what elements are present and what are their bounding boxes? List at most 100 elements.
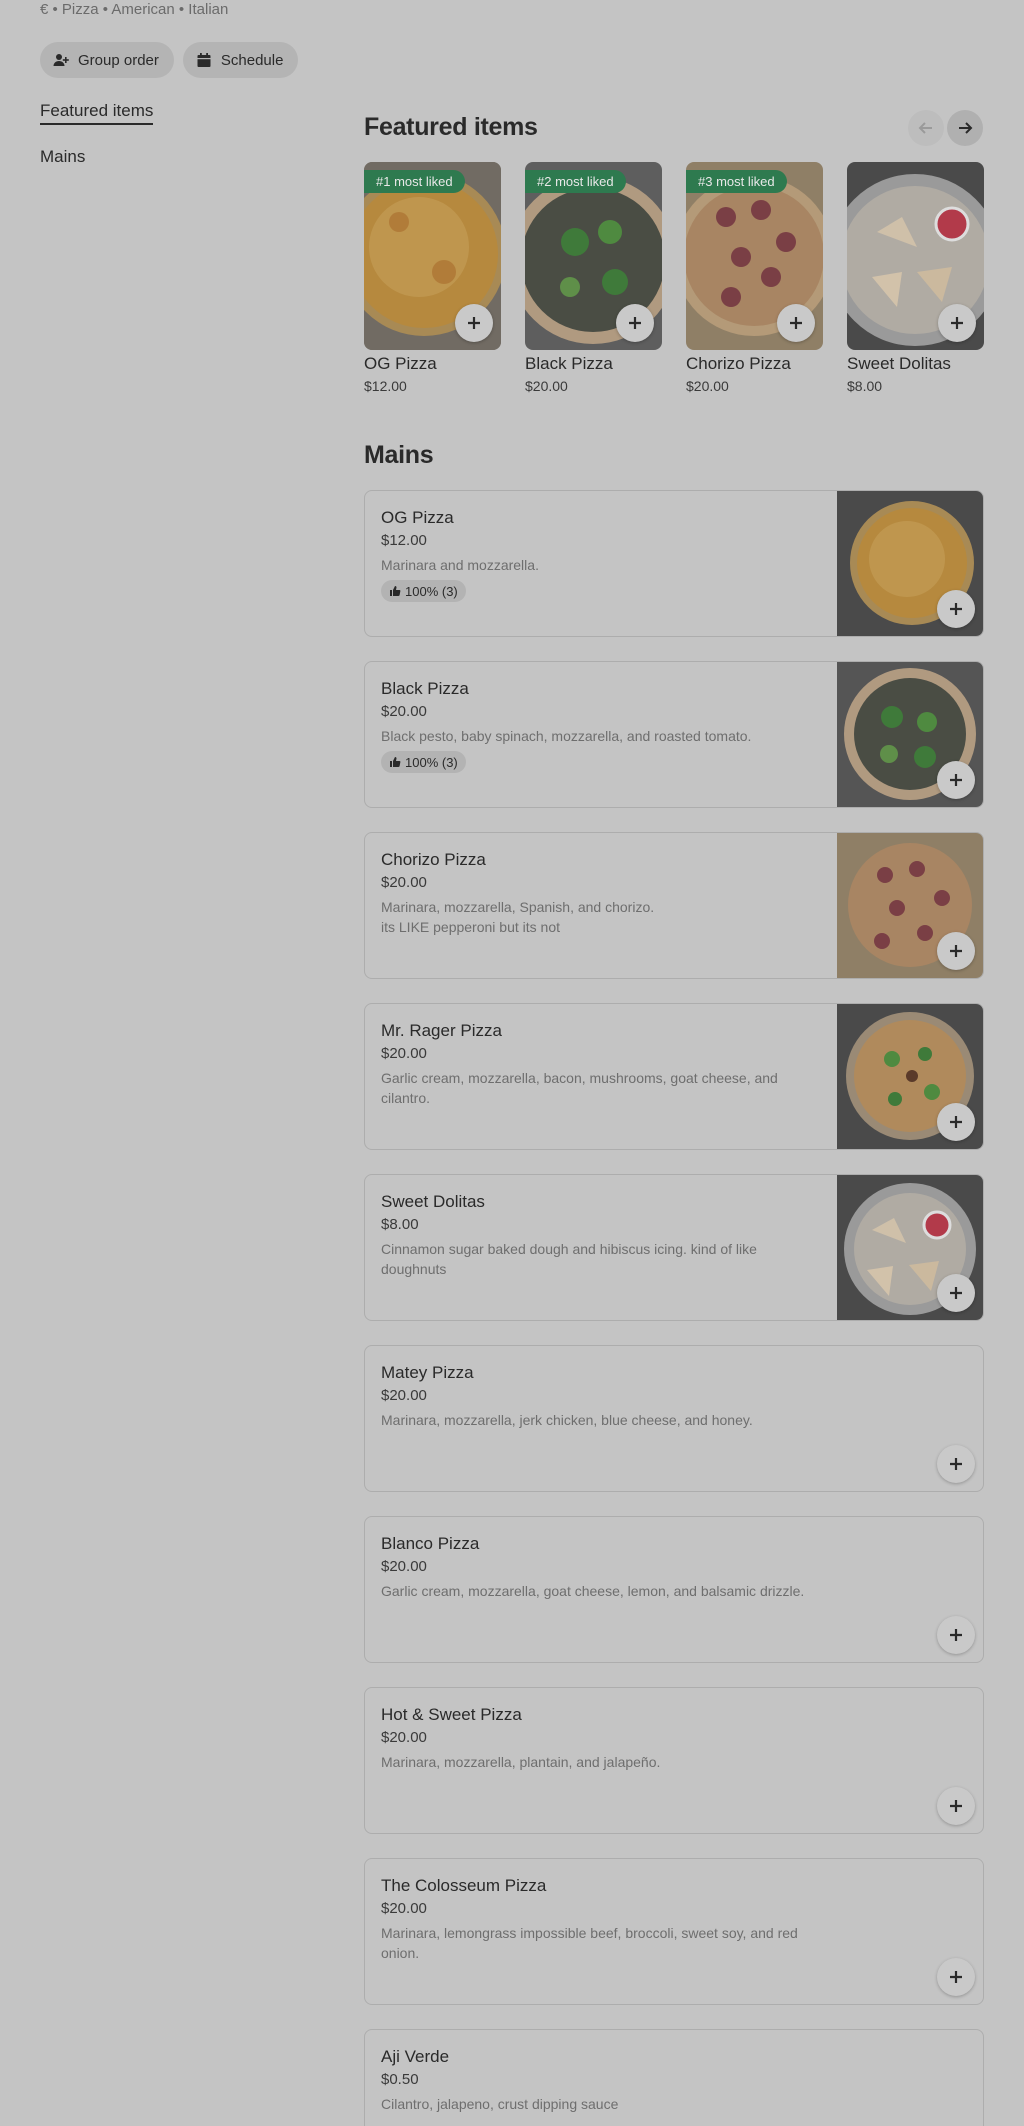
group-order-button[interactable]: Group order	[40, 42, 174, 78]
item-description: Marinara and mozzarella.	[381, 557, 539, 573]
item-price: $8.00	[381, 1216, 419, 1233]
item-description: Marinara, mozzarella, jerk chicken, blue…	[381, 1412, 753, 1428]
food-image: #3 most liked	[686, 162, 823, 350]
schedule-button[interactable]: Schedule	[182, 42, 299, 78]
featured-item[interactable]: #3 most liked Chorizo Pizza $20.00	[686, 162, 823, 395]
item-name: OG Pizza	[381, 508, 454, 527]
plus-icon	[950, 1800, 962, 1812]
item-price: $20.00	[381, 703, 427, 720]
menu-item[interactable]: Mr. Rager Pizza $20.00 Garlic cream, moz…	[364, 1003, 984, 1150]
calendar-icon	[197, 53, 211, 67]
plus-icon	[950, 1629, 962, 1641]
menu-item[interactable]: Black Pizza $20.00 Black pesto, baby spi…	[364, 661, 984, 808]
item-name: Black Pizza	[525, 354, 613, 373]
item-name: OG Pizza	[364, 354, 437, 373]
arrow-right-icon	[959, 122, 973, 134]
add-to-cart-button[interactable]	[937, 590, 975, 628]
add-to-cart-button[interactable]	[937, 932, 975, 970]
item-name: Matey Pizza	[381, 1363, 474, 1382]
item-price: $8.00	[847, 378, 883, 394]
item-name: Chorizo Pizza	[381, 850, 486, 869]
mains-list: OG Pizza $12.00 Marinara and mozzarella.…	[364, 490, 984, 2126]
featured-carousel: #1 most liked OG Pizza $12.00 #2 most li…	[364, 162, 984, 395]
food-image: #2 most liked	[525, 162, 662, 350]
schedule-label: Schedule	[220, 51, 284, 69]
menu-item[interactable]: Chorizo Pizza $20.00 Marinara, mozzarell…	[364, 832, 984, 979]
item-name: Mr. Rager Pizza	[381, 1021, 502, 1040]
carousel-next-button[interactable]	[947, 110, 983, 146]
item-description: Marinara, mozzarella, plantain, and jala…	[381, 1754, 661, 1770]
item-price: $0.50	[381, 2071, 419, 2088]
cuisine-meta: € • Pizza • American • Italian	[40, 1, 229, 18]
item-price: $12.00	[381, 532, 427, 549]
plus-icon	[950, 1458, 962, 1470]
item-description: Black pesto, baby spinach, mozzarella, a…	[381, 728, 752, 744]
add-to-cart-button[interactable]	[937, 1274, 975, 1312]
add-to-cart-button[interactable]	[455, 304, 493, 342]
rating-text: 100% (3)	[405, 754, 458, 770]
item-description: Cilantro, jalapeno, crust dipping sauce	[381, 2096, 619, 2112]
menu-item[interactable]: Aji Verde $0.50 Cilantro, jalapeno, crus…	[364, 2029, 984, 2126]
plus-icon	[951, 317, 963, 329]
arrow-left-icon	[918, 122, 932, 134]
item-name: The Colosseum Pizza	[381, 1876, 547, 1895]
plus-icon	[950, 1287, 962, 1299]
featured-item[interactable]: Sweet Dolitas $8.00	[847, 162, 984, 395]
food-image: #1 most liked	[364, 162, 501, 350]
add-to-cart-button[interactable]	[937, 1103, 975, 1141]
item-name: Sweet Dolitas	[381, 1192, 485, 1211]
add-to-cart-button[interactable]	[937, 1787, 975, 1825]
food-image	[847, 162, 984, 350]
item-name: Sweet Dolitas	[847, 354, 951, 373]
add-person-icon	[53, 54, 69, 66]
plus-icon	[950, 603, 962, 615]
nav-featured-items[interactable]: Featured items	[40, 99, 154, 125]
item-price: $20.00	[381, 1045, 427, 1062]
menu-item[interactable]: Matey Pizza $20.00 Marinara, mozzarella,…	[364, 1345, 984, 1492]
category-nav: Featured items Mains	[40, 99, 154, 169]
menu-item[interactable]: Blanco Pizza $20.00 Garlic cream, mozzar…	[364, 1516, 984, 1663]
item-name: Aji Verde	[381, 2047, 450, 2066]
featured-item[interactable]: #2 most liked Black Pizza $20.00	[525, 162, 662, 395]
mains-title: Mains	[364, 441, 434, 469]
thumbs-up-icon	[390, 586, 401, 596]
add-to-cart-button[interactable]	[616, 304, 654, 342]
item-name: Chorizo Pizza	[686, 354, 791, 373]
group-order-label: Group order	[78, 51, 159, 69]
add-to-cart-button[interactable]	[937, 1445, 975, 1483]
featured-title: Featured items	[364, 113, 538, 141]
menu-item[interactable]: Hot & Sweet Pizza $20.00 Marinara, mozza…	[364, 1687, 984, 1834]
rating-badge: 100% (3)	[381, 580, 466, 602]
menu-item[interactable]: OG Pizza $12.00 Marinara and mozzarella.…	[364, 490, 984, 637]
item-price: $20.00	[381, 1387, 427, 1404]
plus-icon	[950, 1971, 962, 1983]
add-to-cart-button[interactable]	[937, 1616, 975, 1654]
add-to-cart-button[interactable]	[777, 304, 815, 342]
plus-icon	[629, 317, 641, 329]
item-name: Blanco Pizza	[381, 1534, 480, 1553]
most-liked-badge: #3 most liked	[686, 170, 787, 193]
item-price: $20.00	[381, 1558, 427, 1575]
most-liked-badge: #1 most liked	[364, 170, 465, 193]
nav-mains[interactable]: Mains	[40, 145, 153, 169]
thumbs-up-icon	[390, 757, 401, 767]
plus-icon	[790, 317, 802, 329]
item-description: Marinara, lemongrass impossible beef, br…	[381, 1925, 798, 1961]
item-name: Black Pizza	[381, 679, 469, 698]
item-price: $20.00	[381, 1900, 427, 1917]
rating-badge: 100% (3)	[381, 751, 466, 773]
menu-item[interactable]: Sweet Dolitas $8.00 Cinnamon sugar baked…	[364, 1174, 984, 1321]
featured-item[interactable]: #1 most liked OG Pizza $12.00	[364, 162, 501, 395]
menu-item[interactable]: The Colosseum Pizza $20.00 Marinara, lem…	[364, 1858, 984, 2005]
item-price: $20.00	[381, 874, 427, 891]
plus-icon	[468, 317, 480, 329]
add-to-cart-button[interactable]	[938, 304, 976, 342]
item-price: $20.00	[381, 1729, 427, 1746]
rating-text: 100% (3)	[405, 583, 458, 599]
item-name: Hot & Sweet Pizza	[381, 1705, 522, 1724]
carousel-prev-button[interactable]	[908, 110, 944, 146]
plus-icon	[950, 945, 962, 957]
add-to-cart-button[interactable]	[937, 1958, 975, 1996]
plus-icon	[950, 774, 962, 786]
add-to-cart-button[interactable]	[937, 761, 975, 799]
